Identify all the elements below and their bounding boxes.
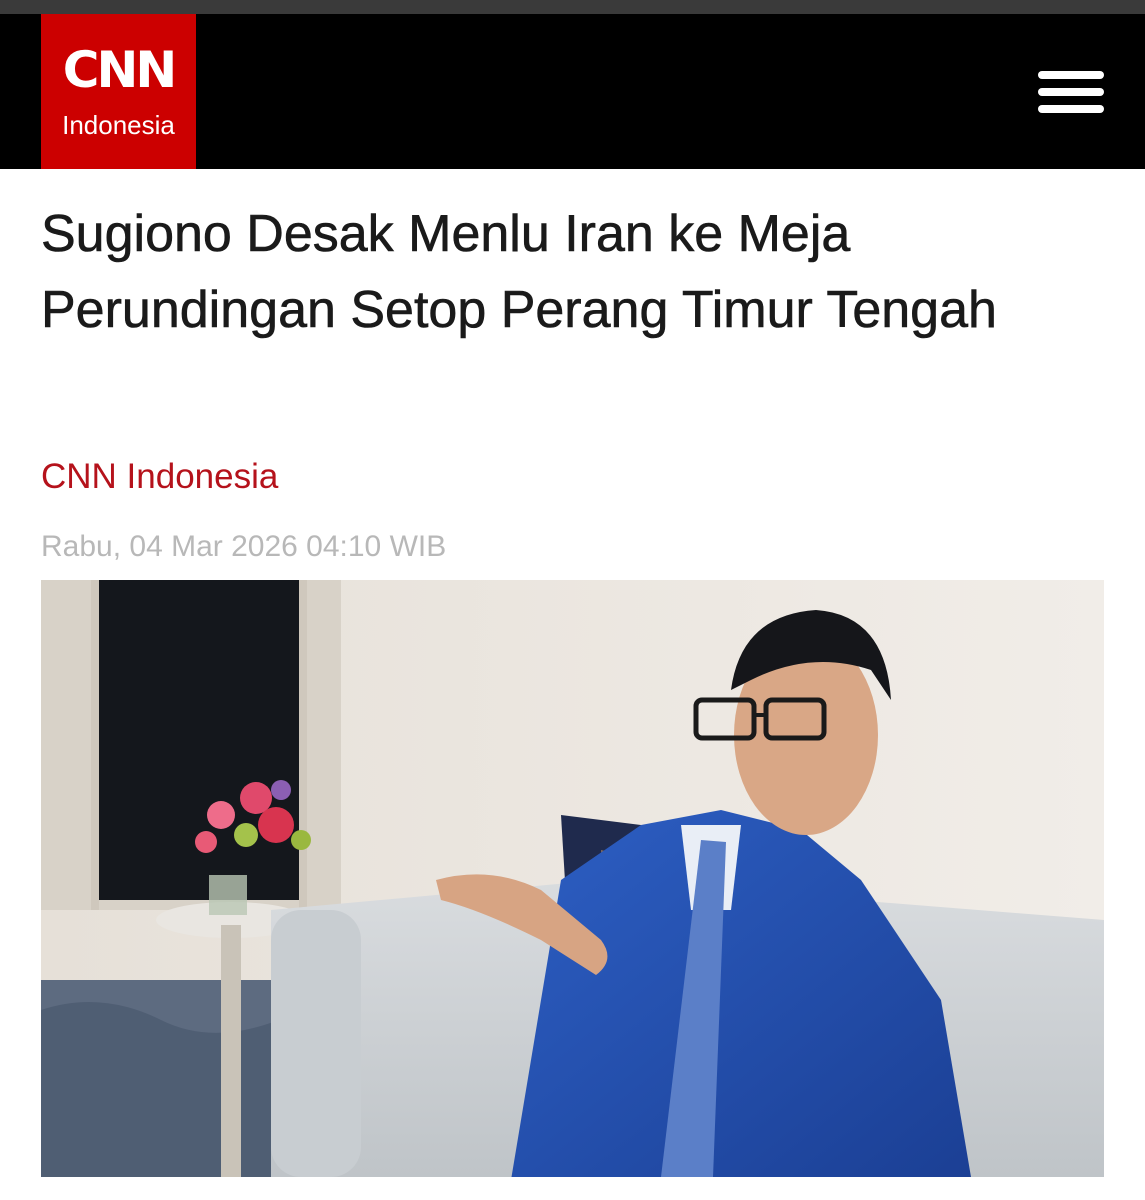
article-photo <box>41 580 1104 1177</box>
article-title: Sugiono Desak Menlu Iran ke Meja Perundi… <box>41 205 998 340</box>
logo-subtext: Indonesia <box>62 110 175 140</box>
menu-button[interactable] <box>1036 69 1106 115</box>
logo-text: CNN <box>62 41 177 99</box>
article-source-link[interactable]: CNN Indonesia <box>41 455 278 499</box>
cnn-indonesia-logo[interactable]: CNN Indonesia <box>41 14 196 169</box>
site-header: CNN Indonesia <box>0 14 1145 169</box>
article-timestamp: Rabu, 04 Mar 2026 04:10 WIB <box>41 530 447 563</box>
top-status-strip <box>0 0 1145 14</box>
